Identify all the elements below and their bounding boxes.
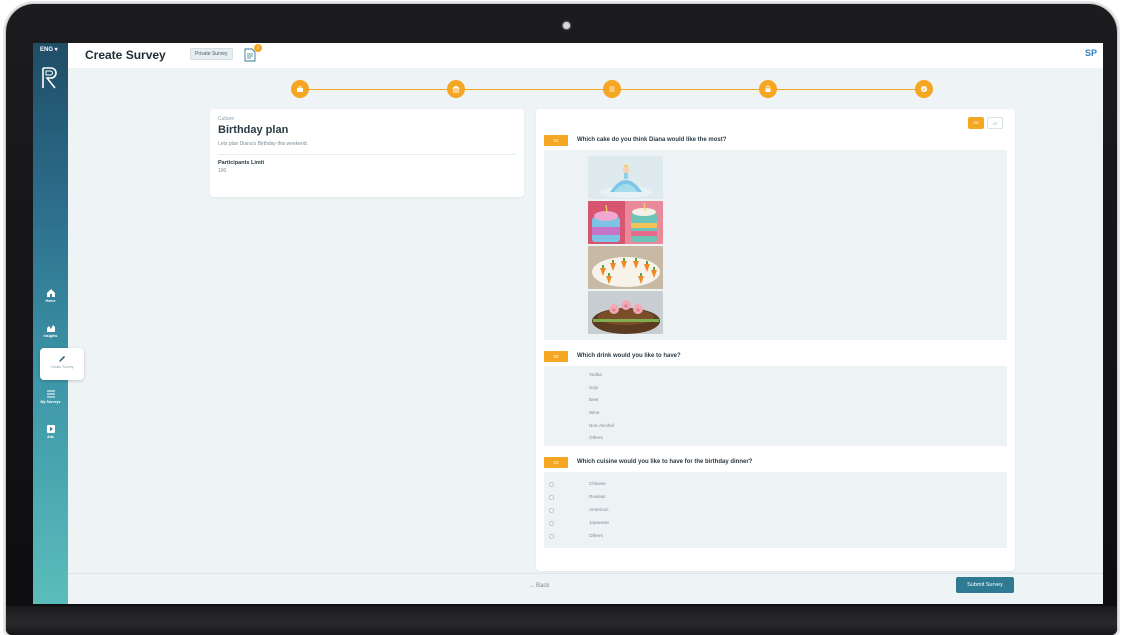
question-1-options [544,150,1007,340]
option-beer[interactable]: Beer [589,397,599,402]
question-number: 03 [544,457,568,468]
app-screen: ENG ▾ · Home Insights Create Survey My S… [33,43,1103,604]
language-toggle-kr[interactable]: KR [987,117,1003,129]
radio-japanese[interactable] [549,521,554,526]
option-others[interactable]: Others [589,533,603,538]
option-russian[interactable]: Russian [589,494,606,499]
option-chinese[interactable]: Chinese [589,481,606,486]
question-text: Which cake do you think Diana would like… [577,137,727,143]
cake-princess-icon [588,156,663,199]
sidebar-item-insights[interactable]: Insights [33,323,68,351]
sidebar-item-label: My Surveys [40,400,61,404]
home-icon [46,289,55,297]
step-2[interactable] [447,80,465,98]
list-icon [46,390,55,398]
cake-image-pigs[interactable] [588,291,663,334]
sidebar-item-label: Insights [43,334,58,338]
survey-questions-card: EN KR 01 Which cake do you think Diana w… [536,109,1015,571]
camera-dot [563,22,570,29]
question-3-header: 03 Which cuisine would you like to have … [544,457,1007,469]
survey-title: Birthday plan [218,124,289,136]
question-number: 01 [544,135,568,146]
step-1[interactable] [291,80,309,98]
language-selector[interactable]: ENG ▾ [40,46,58,53]
option-japanese[interactable]: Japanese [589,520,609,525]
back-button[interactable]: ←Back [530,583,549,589]
chart-icon [46,325,55,332]
survey-category: Culture [218,116,235,122]
document-count-badge: 2 [254,44,262,52]
divider [218,154,516,155]
cake-image-unicorn[interactable] [588,201,663,244]
question-3-options: Chinese Russian American Japanese Others [544,472,1007,548]
cake-carrot-icon [588,246,663,289]
language-toggle-en[interactable]: EN [968,117,984,129]
top-bar: Create Survey Private Survey 2 SP [68,43,1103,68]
question-2-header: 02 Which drink would you like to have? [544,351,1007,363]
question-2-options: Vodka Soju Beer Wine Non-Alcohol Others [544,366,1007,446]
cake-image-princess-doll[interactable] [588,156,663,199]
step-4[interactable] [759,80,777,98]
briefcase-icon [297,86,303,92]
brand-logo-icon[interactable] [41,67,59,93]
option-wine[interactable]: Wine [589,410,599,415]
cake-image-carrots[interactable] [588,246,663,289]
sidebar-item-label: Create Survey [50,365,74,369]
radio-chinese[interactable] [549,482,554,487]
survey-info-card: Culture Birthday plan Lets plan Diana's … [210,109,524,197]
sidebar-item-home[interactable]: Home [33,288,68,316]
sidebar-item-label: Home [45,299,56,303]
lock-icon [765,85,771,92]
bottom-bar: ←Back Submit Survey [68,573,1103,604]
question-1-header: 01 Which cake do you think Diana would l… [544,135,1007,147]
list-icon [609,86,615,92]
submit-survey-button[interactable]: Submit Survey [956,577,1014,593]
sidebar-item-create-survey[interactable]: Create Survey [40,348,84,380]
radio-others[interactable] [549,534,554,539]
check-icon [921,86,927,92]
laptop-base [6,606,1117,635]
option-others[interactable]: Others [589,435,603,440]
sidebar-item-ads[interactable]: Ads [33,424,68,452]
bank-icon [452,85,460,93]
brand-tagline: · [50,96,51,100]
question-text: Which drink would you like to have? [577,353,681,359]
sidebar: ENG ▾ · Home Insights Create Survey My S… [33,43,84,604]
question-text: Which cuisine would you like to have for… [577,459,753,465]
step-5[interactable] [915,80,933,98]
question-number: 02 [544,351,568,362]
option-vodka[interactable]: Vodka [589,372,602,377]
play-icon [46,425,55,433]
cake-unicorn-icon [588,201,663,244]
option-american[interactable]: American [589,507,608,512]
pencil-icon [59,356,65,362]
option-soju[interactable]: Soju [589,385,598,390]
back-label: Back [536,583,550,589]
participants-limit-value: 100 [218,168,227,174]
radio-american[interactable] [549,508,554,513]
cake-pig-icon [588,291,663,334]
avatar[interactable]: SP [1085,48,1097,58]
privacy-badge[interactable]: Private Survey [190,48,233,60]
option-non-alcohol[interactable]: Non-Alcohol [589,423,614,428]
sidebar-item-label: Ads [47,435,54,439]
survey-description: Lets plan Diana's Birthday this weekend. [218,141,308,147]
participants-limit-label: Participants Limit [218,160,265,166]
page-title: Create Survey [85,48,166,62]
sidebar-item-my-surveys[interactable]: My Surveys [33,389,68,417]
step-3[interactable] [603,80,621,98]
radio-russian[interactable] [549,495,554,500]
